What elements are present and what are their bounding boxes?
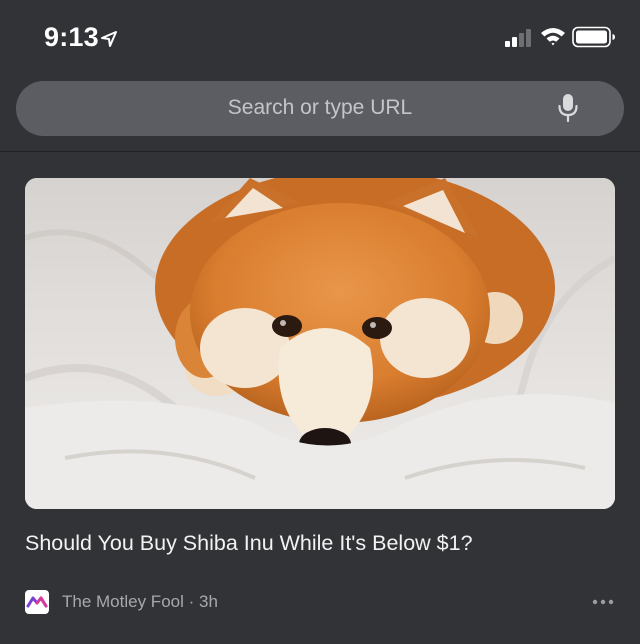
location-arrow-icon (101, 31, 117, 47)
article-title[interactable]: Should You Buy Shiba Inu While It's Belo… (25, 529, 615, 557)
status-time: 9:13 (44, 22, 99, 52)
shiba-inu-dog-photo (25, 178, 615, 509)
article-image[interactable] (25, 178, 615, 509)
search-placeholder: Search or type URL (227, 96, 413, 119)
microphone-icon[interactable] (557, 93, 579, 123)
more-options-icon[interactable] (591, 595, 615, 609)
wifi-icon (541, 28, 565, 46)
motley-fool-logo-icon (25, 590, 49, 614)
cellular-signal-icon (505, 29, 531, 47)
toolbar-divider (0, 151, 640, 152)
article-source: The Motley Fool · 3h (62, 592, 218, 611)
status-bar: 9:13 (0, 0, 640, 74)
browser-new-tab-page: 9:13 Search or type URL Should You Buy S… (0, 0, 640, 644)
article-source-row: The Motley Fool · 3h (25, 589, 615, 615)
url-search-bar[interactable]: Search or type URL (16, 81, 624, 136)
battery-icon (572, 26, 615, 48)
